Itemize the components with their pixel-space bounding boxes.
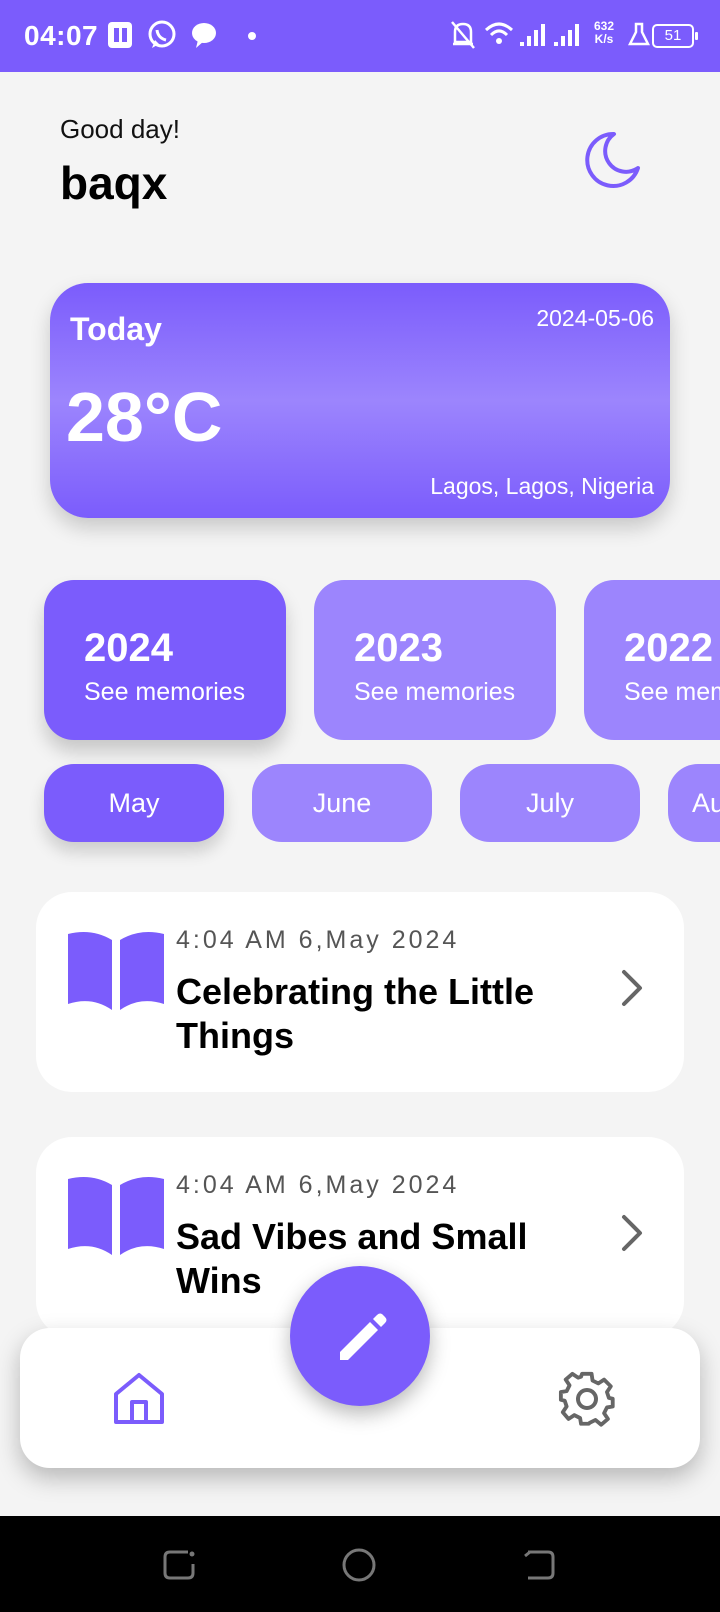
year-number: 2023 bbox=[354, 626, 443, 670]
year-card-2023[interactable]: 2023 See memories bbox=[314, 580, 556, 740]
open-book-icon bbox=[68, 932, 164, 1010]
lab-flask-icon bbox=[628, 22, 650, 46]
silent-bell-icon bbox=[451, 21, 475, 49]
greeting-text: Good day! bbox=[60, 114, 180, 144]
weather-card: Today 2024-05-06 28°C Lagos, Lagos, Nige… bbox=[50, 283, 670, 518]
month-pill-july[interactable]: July bbox=[460, 764, 640, 842]
more-notifications-dot bbox=[248, 32, 256, 40]
weather-date: 2024-05-06 bbox=[536, 305, 654, 331]
chat-icon bbox=[192, 23, 216, 48]
year-subtitle: See memories bbox=[624, 678, 720, 706]
username: baqx bbox=[60, 157, 168, 209]
month-pill-may[interactable]: May bbox=[44, 764, 224, 842]
chevron-right-icon[interactable] bbox=[612, 1213, 652, 1253]
home-icon[interactable] bbox=[110, 1370, 168, 1428]
month-pill-june[interactable]: June bbox=[252, 764, 432, 842]
entry-timestamp: 4:04 AM 6,May 2024 bbox=[176, 1171, 460, 1199]
chevron-right-icon[interactable] bbox=[612, 968, 652, 1008]
app-notification-icon bbox=[108, 22, 132, 48]
whatsapp-icon bbox=[148, 20, 176, 48]
weather-day-label: Today bbox=[70, 311, 162, 347]
signal-icon-1 bbox=[520, 24, 545, 46]
network-speed: 632 K/s bbox=[594, 20, 614, 46]
gear-icon[interactable] bbox=[558, 1370, 616, 1428]
recent-apps-icon[interactable] bbox=[160, 1546, 198, 1584]
year-card-2022[interactable]: 2022 See memories bbox=[584, 580, 720, 740]
moon-icon[interactable] bbox=[578, 128, 642, 192]
month-pill-august[interactable]: August bbox=[668, 764, 720, 842]
year-card-2024[interactable]: 2024 See memories bbox=[44, 580, 286, 740]
weather-location: Lagos, Lagos, Nigeria bbox=[430, 473, 654, 499]
year-subtitle: See memories bbox=[354, 678, 516, 706]
weather-temperature: 28°C bbox=[66, 378, 223, 456]
status-time: 04:07 bbox=[24, 20, 99, 51]
system-navigation-bar bbox=[0, 1516, 720, 1612]
pencil-icon bbox=[340, 1313, 387, 1360]
year-subtitle: See memories bbox=[84, 678, 246, 706]
wifi-icon bbox=[484, 22, 514, 44]
year-number: 2024 bbox=[84, 626, 173, 670]
home-button-icon[interactable] bbox=[340, 1546, 378, 1584]
entry-title: Celebrating the Little Things bbox=[176, 971, 535, 1056]
year-number: 2022 bbox=[624, 626, 713, 670]
entry-timestamp: 4:04 AM 6,May 2024 bbox=[176, 926, 460, 954]
network-speed-unit: K/s bbox=[594, 32, 614, 46]
signal-icon-2 bbox=[554, 24, 579, 46]
back-icon[interactable] bbox=[520, 1546, 558, 1584]
battery-indicator: 51 bbox=[652, 24, 698, 48]
open-book-icon bbox=[68, 1177, 164, 1255]
new-entry-button[interactable] bbox=[290, 1266, 430, 1406]
entry-card[interactable]: 4:04 AM 6,May 2024 Celebrating the Littl… bbox=[36, 892, 684, 1092]
status-bar: 04:07 632 K/s 51 bbox=[0, 0, 720, 72]
